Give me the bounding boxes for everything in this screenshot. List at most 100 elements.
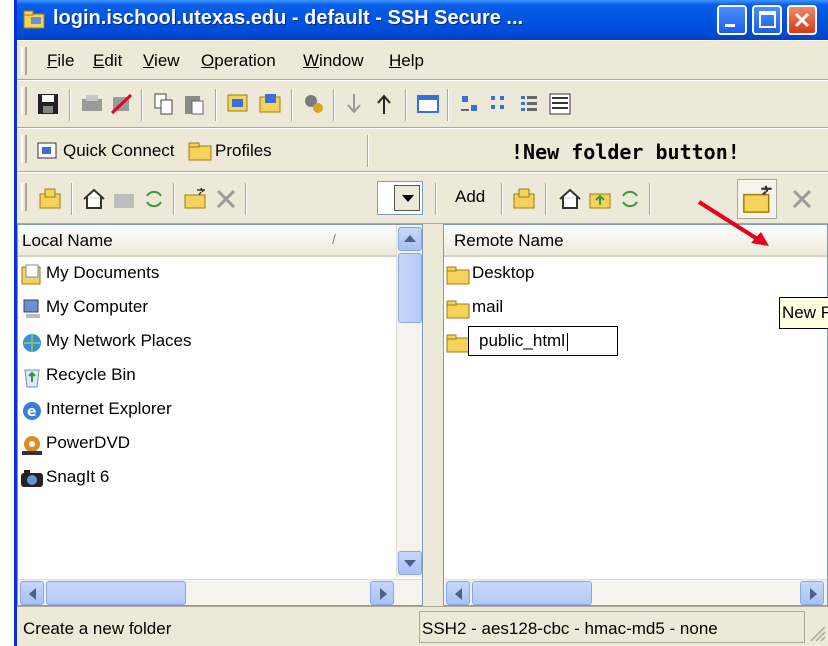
new-terminal-icon[interactable] (225, 91, 251, 117)
title-bar[interactable]: login.ischool.utexas.edu - default - SSH… (17, 0, 828, 40)
list-item[interactable]: e Internet Explorer (20, 395, 390, 427)
toolbar-separator (173, 183, 175, 215)
list-item[interactable]: My Documents (20, 259, 390, 291)
scroll-up-button[interactable] (398, 227, 422, 251)
scroll-thumb[interactable] (46, 581, 186, 605)
local-refresh-icon[interactable] (141, 186, 167, 212)
list-item-label: My Documents (46, 263, 160, 282)
remote-refresh-icon[interactable] (617, 186, 643, 212)
menu-view-label: iew (154, 51, 180, 70)
list-item[interactable]: Desktop (446, 259, 806, 291)
large-icons-view-icon[interactable] (457, 91, 483, 117)
menu-edit-label: dit (104, 51, 123, 70)
list-item-label: SnagIt 6 (46, 467, 110, 486)
remote-home-icon[interactable] (557, 186, 583, 212)
local-delete-icon[interactable] (213, 186, 239, 212)
folder-icon (446, 334, 470, 353)
remote-file-pane[interactable]: Remote Name / Desktop mail public_html (443, 224, 828, 606)
details-view-icon[interactable] (547, 91, 573, 117)
new-file-transfer-icon[interactable] (257, 91, 283, 117)
maximize-button[interactable] (752, 5, 782, 35)
scroll-down-button[interactable] (398, 551, 422, 575)
menubar-grip[interactable] (21, 47, 27, 75)
toolbar-grip[interactable] (21, 87, 27, 115)
menu-help[interactable]: Help (389, 51, 424, 71)
local-up-folder-icon[interactable] (37, 186, 63, 212)
list-item-label: PowerDVD (46, 433, 131, 452)
list-item[interactable]: public_html (446, 326, 806, 359)
print-icon[interactable] (79, 91, 105, 117)
menu-view[interactable]: View (143, 51, 180, 71)
small-icons-view-icon[interactable] (487, 91, 513, 117)
local-path-dropdown[interactable] (377, 181, 423, 215)
scroll-right-button[interactable] (800, 581, 824, 605)
add-button[interactable]: Add (455, 187, 485, 207)
remote-delete-icon[interactable] (789, 186, 815, 212)
list-item[interactable]: PowerDVD (20, 429, 390, 461)
local-file-pane[interactable]: Local Name / My Documents My Computer My… (17, 224, 423, 606)
list-item[interactable]: Recycle Bin (20, 361, 390, 393)
menu-window-accel: W (303, 51, 320, 70)
toolbar-separator (291, 89, 293, 121)
menu-operation[interactable]: Operation (201, 51, 276, 71)
list-item-label: Recycle Bin (46, 365, 136, 384)
menu-file[interactable]: File (47, 51, 74, 71)
list-item[interactable]: mail (446, 293, 806, 325)
powerdvd-icon (22, 436, 42, 455)
close-button[interactable] (787, 5, 817, 35)
menu-operation-accel: O (201, 51, 215, 70)
download-arrow-icon[interactable] (341, 91, 367, 117)
local-name-column-header[interactable]: Local Name (18, 225, 396, 257)
toolbar-separator (501, 183, 503, 215)
scroll-left-button[interactable] (446, 581, 470, 605)
close-icon (794, 12, 810, 28)
local-horizontal-scrollbar[interactable] (18, 579, 422, 605)
copy-icon[interactable] (151, 91, 177, 117)
remote-parent-folder-icon[interactable] (587, 186, 613, 212)
local-vertical-scrollbar[interactable] (396, 225, 422, 577)
minimize-button[interactable] (717, 5, 747, 35)
list-view-icon[interactable] (517, 91, 543, 117)
upload-arrow-icon[interactable] (371, 91, 397, 117)
standard-toolbar (17, 80, 828, 128)
list-item[interactable]: SnagIt 6 (20, 463, 390, 495)
menu-view-accel: V (143, 51, 155, 70)
scroll-left-button[interactable] (20, 581, 44, 605)
scroll-thumb[interactable] (398, 253, 422, 323)
list-item[interactable]: My Network Places (20, 327, 390, 359)
scroll-right-button[interactable] (370, 581, 394, 605)
text-caret (567, 332, 568, 351)
scroll-thumb[interactable] (472, 581, 592, 605)
connectbar-grip[interactable] (21, 135, 27, 163)
new-folder-button[interactable] (737, 179, 777, 219)
remote-up-folder-icon[interactable] (511, 186, 537, 212)
menu-window-label: indow (319, 51, 364, 70)
profiles-button[interactable]: Profiles (215, 141, 272, 161)
folder-rename-input[interactable]: public_html (468, 326, 618, 356)
annotation-label: !New folder button! (511, 140, 740, 164)
paste-icon[interactable] (181, 91, 207, 117)
menu-edit[interactable]: Edit (93, 51, 122, 71)
disconnect-icon[interactable] (109, 91, 135, 117)
ssh-client-window: login.ischool.utexas.edu - default - SSH… (14, 0, 828, 646)
menu-window[interactable]: Window (303, 51, 363, 71)
sort-indicator: / (756, 231, 760, 247)
snagit-icon (21, 470, 43, 487)
remote-horizontal-scrollbar[interactable] (444, 579, 827, 605)
local-new-folder-icon[interactable] (183, 186, 209, 212)
filebar-grip[interactable] (21, 183, 27, 211)
remote-name-column-header[interactable]: Remote Name (444, 225, 827, 257)
computer-icon (23, 299, 40, 318)
settings-icon[interactable] (301, 91, 327, 117)
local-parent-folder-icon[interactable] (111, 186, 137, 212)
save-icon[interactable] (35, 91, 61, 117)
list-item[interactable]: My Computer (20, 293, 390, 325)
console-window-icon[interactable] (415, 91, 441, 117)
new-folder-icon (743, 185, 772, 213)
quick-connect-button[interactable]: Quick Connect (63, 141, 175, 161)
local-home-icon[interactable] (81, 186, 107, 212)
resize-grip-icon[interactable] (809, 625, 827, 643)
menu-file-accel: F (47, 51, 58, 70)
remote-column-label: Remote Name (454, 231, 564, 250)
chevron-down-icon[interactable] (394, 185, 420, 211)
